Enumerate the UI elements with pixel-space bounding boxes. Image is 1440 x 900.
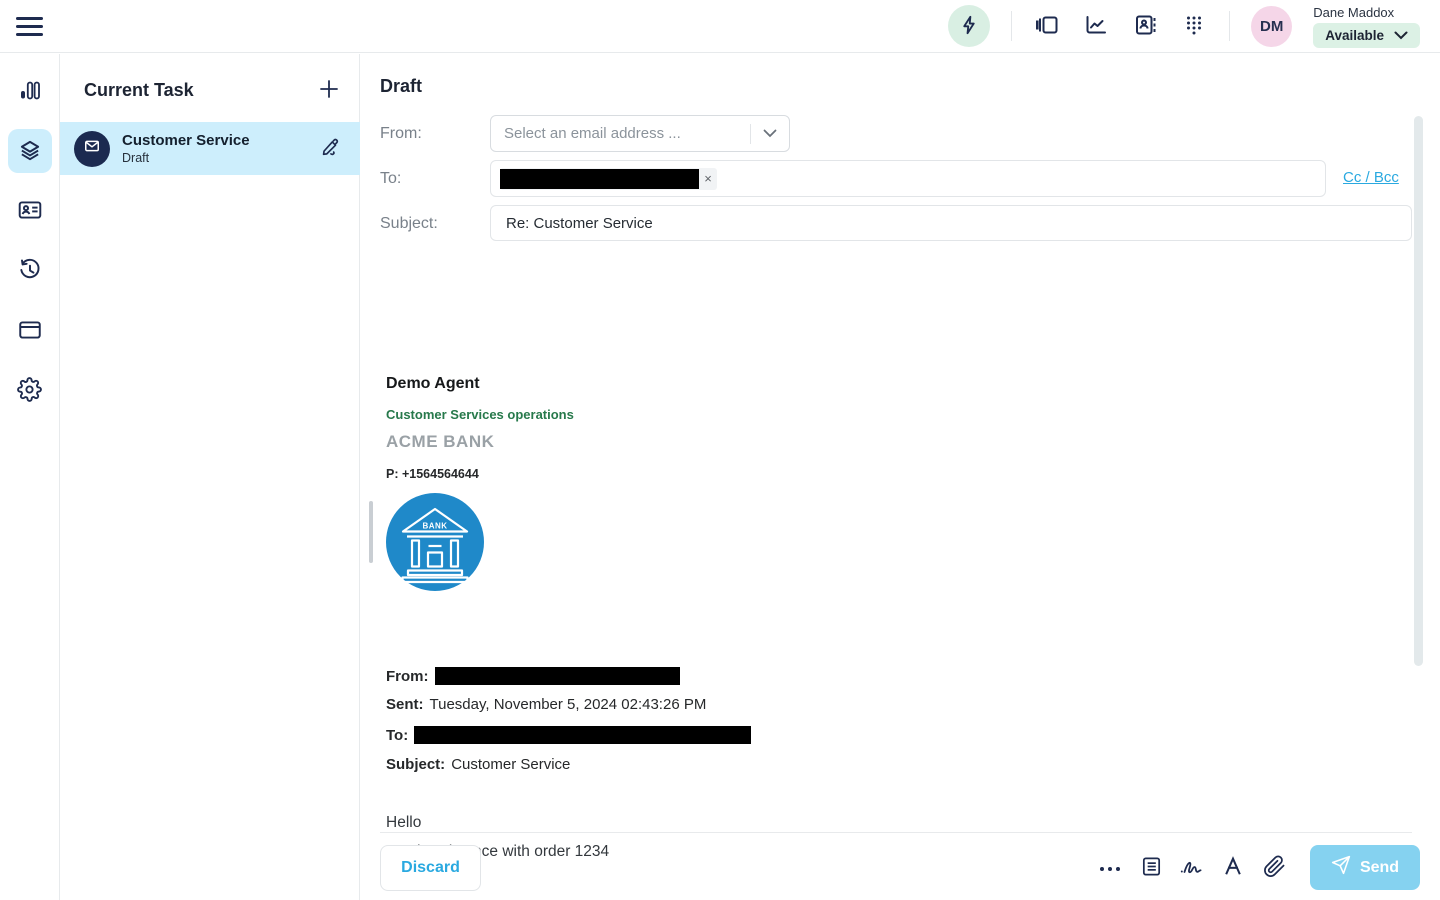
to-label: To: <box>380 170 401 188</box>
templates-button[interactable] <box>1138 855 1164 881</box>
nav-dashboard[interactable] <box>8 69 52 113</box>
window-icon <box>17 317 43 346</box>
user-avatar[interactable]: DM <box>1251 6 1292 47</box>
task-meta: Customer Service Draft <box>122 132 316 165</box>
email-body-editor[interactable]: Demo Agent Customer Services operations … <box>361 249 1440 833</box>
signature-phone: P: +1564564644 <box>386 467 479 481</box>
toolbar-divider <box>380 832 1412 833</box>
redacted-recipient-email <box>500 169 699 189</box>
from-address-select[interactable]: Select an email address ... <box>490 115 790 152</box>
signature-company: ACME BANK <box>386 432 494 452</box>
redacted-recipient-email <box>414 726 751 744</box>
quoted-to-row: To: <box>386 726 751 744</box>
panels-view-button[interactable] <box>1033 12 1061 40</box>
quick-actions-button[interactable] <box>948 5 990 47</box>
lightning-icon <box>958 14 980 39</box>
paperclip-icon <box>1263 855 1286 881</box>
template-list-icon <box>1140 855 1163 881</box>
task-status: Draft <box>122 151 316 165</box>
availability-status: Available <box>1325 28 1384 43</box>
nav-contacts[interactable] <box>8 189 52 233</box>
send-button[interactable]: Send <box>1310 845 1420 890</box>
nav-tasks[interactable] <box>8 129 52 173</box>
paper-plane-icon <box>1331 855 1351 880</box>
quoted-sent-row: Sent: Tuesday, November 5, 2024 02:43:26… <box>386 696 706 713</box>
attach-file-button[interactable] <box>1261 855 1287 881</box>
compose-pen-icon <box>319 136 341 161</box>
left-navigation-rail <box>0 54 60 900</box>
top-bar: DM Dane Maddox Available <box>0 0 1440 53</box>
from-placeholder: Select an email address ... <box>491 125 750 142</box>
dialpad-icon <box>1183 13 1205 40</box>
main-scrollbar-thumb[interactable] <box>1414 116 1423 666</box>
envelope-icon <box>82 136 102 161</box>
quoted-subject-value: Customer Service <box>451 756 570 773</box>
cc-bcc-link[interactable]: Cc / Bcc <box>1343 169 1399 186</box>
divider <box>1011 11 1012 41</box>
bank-logo: BANK <box>386 493 484 591</box>
chevron-down-icon <box>1394 28 1408 43</box>
remove-recipient-button[interactable]: × <box>699 168 717 190</box>
signature-department: Customer Services operations <box>386 407 574 422</box>
signature-agent-name: Demo Agent <box>386 375 480 393</box>
panels-icon <box>1035 13 1059 40</box>
edit-draft-button[interactable] <box>316 135 344 163</box>
contacts-button[interactable] <box>1131 12 1159 40</box>
nav-history[interactable] <box>8 249 52 293</box>
quoted-sent-value: Tuesday, November 5, 2024 02:43:26 PM <box>430 696 707 713</box>
address-book-icon <box>1133 13 1157 40</box>
font-icon <box>1222 855 1244 880</box>
recipient-chip: × <box>500 168 717 190</box>
task-name: Customer Service <box>122 132 316 150</box>
add-task-button[interactable] <box>315 76 343 104</box>
divider <box>1229 11 1230 41</box>
quoted-sent-label: Sent: <box>386 696 424 713</box>
redacted-sender-email <box>435 667 680 685</box>
history-icon <box>17 257 43 286</box>
signature-icon <box>1179 855 1205 880</box>
task-panel: Current Task Customer Service Draft <box>60 54 360 900</box>
top-bar-actions: DM Dane Maddox Available <box>948 5 1440 48</box>
chevron-down-icon <box>751 129 789 138</box>
compose-title: Draft <box>380 76 422 97</box>
nav-settings[interactable] <box>8 369 52 413</box>
subject-input[interactable] <box>490 205 1412 241</box>
user-block: Dane Maddox Available <box>1313 5 1420 48</box>
subject-label: Subject: <box>380 215 438 233</box>
signature-button[interactable] <box>1179 855 1205 881</box>
ellipsis-icon <box>1099 860 1121 875</box>
font-format-button[interactable] <box>1220 855 1246 881</box>
plus-icon <box>318 78 340 103</box>
task-panel-title: Current Task <box>84 80 194 101</box>
availability-dropdown[interactable]: Available <box>1313 23 1420 48</box>
send-button-label: Send <box>1360 859 1399 877</box>
more-options-button[interactable] <box>1097 855 1123 881</box>
layers-icon <box>17 137 43 166</box>
quoted-to-label: To: <box>386 727 408 744</box>
dialpad-button[interactable] <box>1180 12 1208 40</box>
nav-browser[interactable] <box>8 309 52 353</box>
quoted-from-label: From: <box>386 668 429 685</box>
from-label: From: <box>380 125 422 143</box>
gear-icon <box>17 377 42 405</box>
quoted-from-row: From: <box>386 667 680 685</box>
email-task-avatar <box>74 131 110 167</box>
hamburger-menu-button[interactable] <box>16 6 56 46</box>
quoted-body-line: Hello <box>386 814 421 832</box>
contact-card-icon <box>17 197 43 226</box>
user-name: Dane Maddox <box>1313 5 1420 20</box>
quoted-subject-label: Subject: <box>386 756 445 773</box>
quoted-subject-row: Subject: Customer Service <box>386 756 570 773</box>
compose-area: Draft From: Select an email address ... … <box>361 54 1440 900</box>
analytics-button[interactable] <box>1082 12 1110 40</box>
bar-chart-icon <box>18 78 42 105</box>
editor-scrollbar-thumb[interactable] <box>369 501 373 563</box>
task-list-item[interactable]: Customer Service Draft <box>60 122 360 175</box>
discard-button[interactable]: Discard <box>380 845 481 891</box>
line-chart-icon <box>1084 13 1108 40</box>
compose-toolbar: Send <box>1097 845 1420 890</box>
task-panel-header: Current Task <box>60 54 359 122</box>
bank-logo-text: BANK <box>422 522 447 531</box>
to-recipients-field[interactable]: × <box>490 160 1326 197</box>
